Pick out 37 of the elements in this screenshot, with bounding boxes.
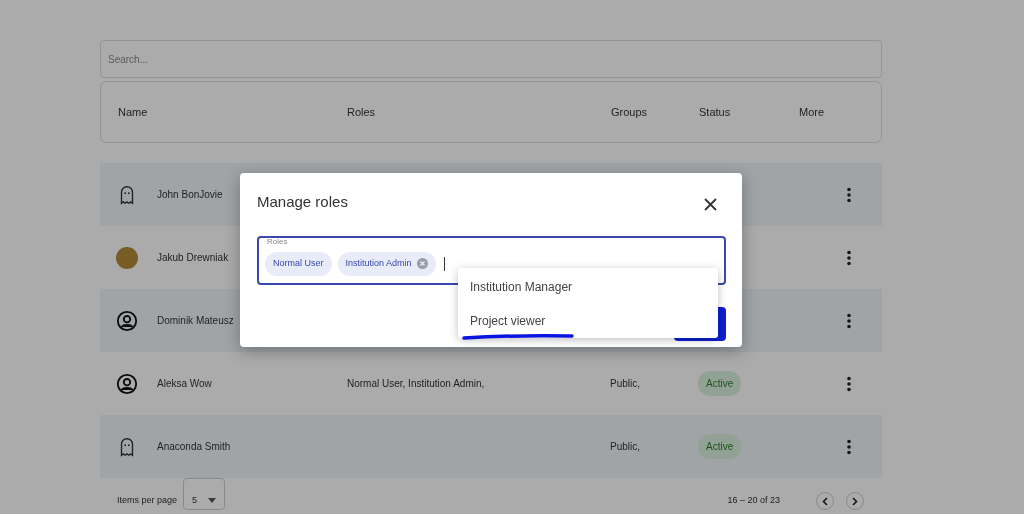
search-field[interactable]: Search... <box>100 40 882 78</box>
user-name: Aleksa Wow <box>157 377 212 391</box>
page-size-select[interactable]: 5 <box>183 478 226 510</box>
user-name: John BonJovie <box>157 188 223 202</box>
groups-cell-text: Public, <box>610 377 640 391</box>
column-header: Status <box>699 104 732 120</box>
roles-cell-text: Normal User, Institution Admin, <box>347 377 485 391</box>
column-header: Name <box>118 104 149 120</box>
page-range: 16 – 20 of 23 <box>727 494 780 508</box>
user-avatar-icon <box>116 372 138 395</box>
column-header: Groups <box>611 104 649 120</box>
more-menu-icon[interactable] <box>846 186 852 203</box>
dropdown-option[interactable]: Project viewer <box>458 304 718 338</box>
text-cursor <box>443 256 445 271</box>
user-name: Anaconda Smith <box>157 440 231 454</box>
role-chip[interactable]: Normal User <box>265 252 332 276</box>
caret-icon <box>208 497 217 503</box>
groups-cell-text: Public, <box>610 440 640 454</box>
status-badge: Active <box>698 371 742 396</box>
items-per-page-label: Items per page <box>117 494 178 508</box>
role-chip[interactable]: Institution Admin <box>337 252 436 276</box>
status-badge: Active <box>698 434 742 459</box>
more-menu-icon[interactable] <box>846 312 852 329</box>
user-avatar-icon <box>116 309 138 332</box>
more-menu-icon[interactable] <box>846 249 852 266</box>
dialog-title: Manage roles <box>257 192 348 212</box>
user-name: Jakub Drewniak <box>157 251 229 265</box>
chevron-right-icon <box>852 496 858 506</box>
column-header: More <box>799 104 826 120</box>
column-header: Roles <box>347 104 377 120</box>
chevron-left-icon <box>822 496 828 506</box>
more-menu-icon[interactable] <box>846 375 852 392</box>
avatar-photo-placeholder <box>116 246 138 269</box>
field-label: Roles <box>264 238 291 246</box>
user-name: Dominik Mateusz <box>157 314 234 328</box>
more-menu-icon[interactable] <box>846 438 852 455</box>
close-button[interactable] <box>702 195 719 212</box>
